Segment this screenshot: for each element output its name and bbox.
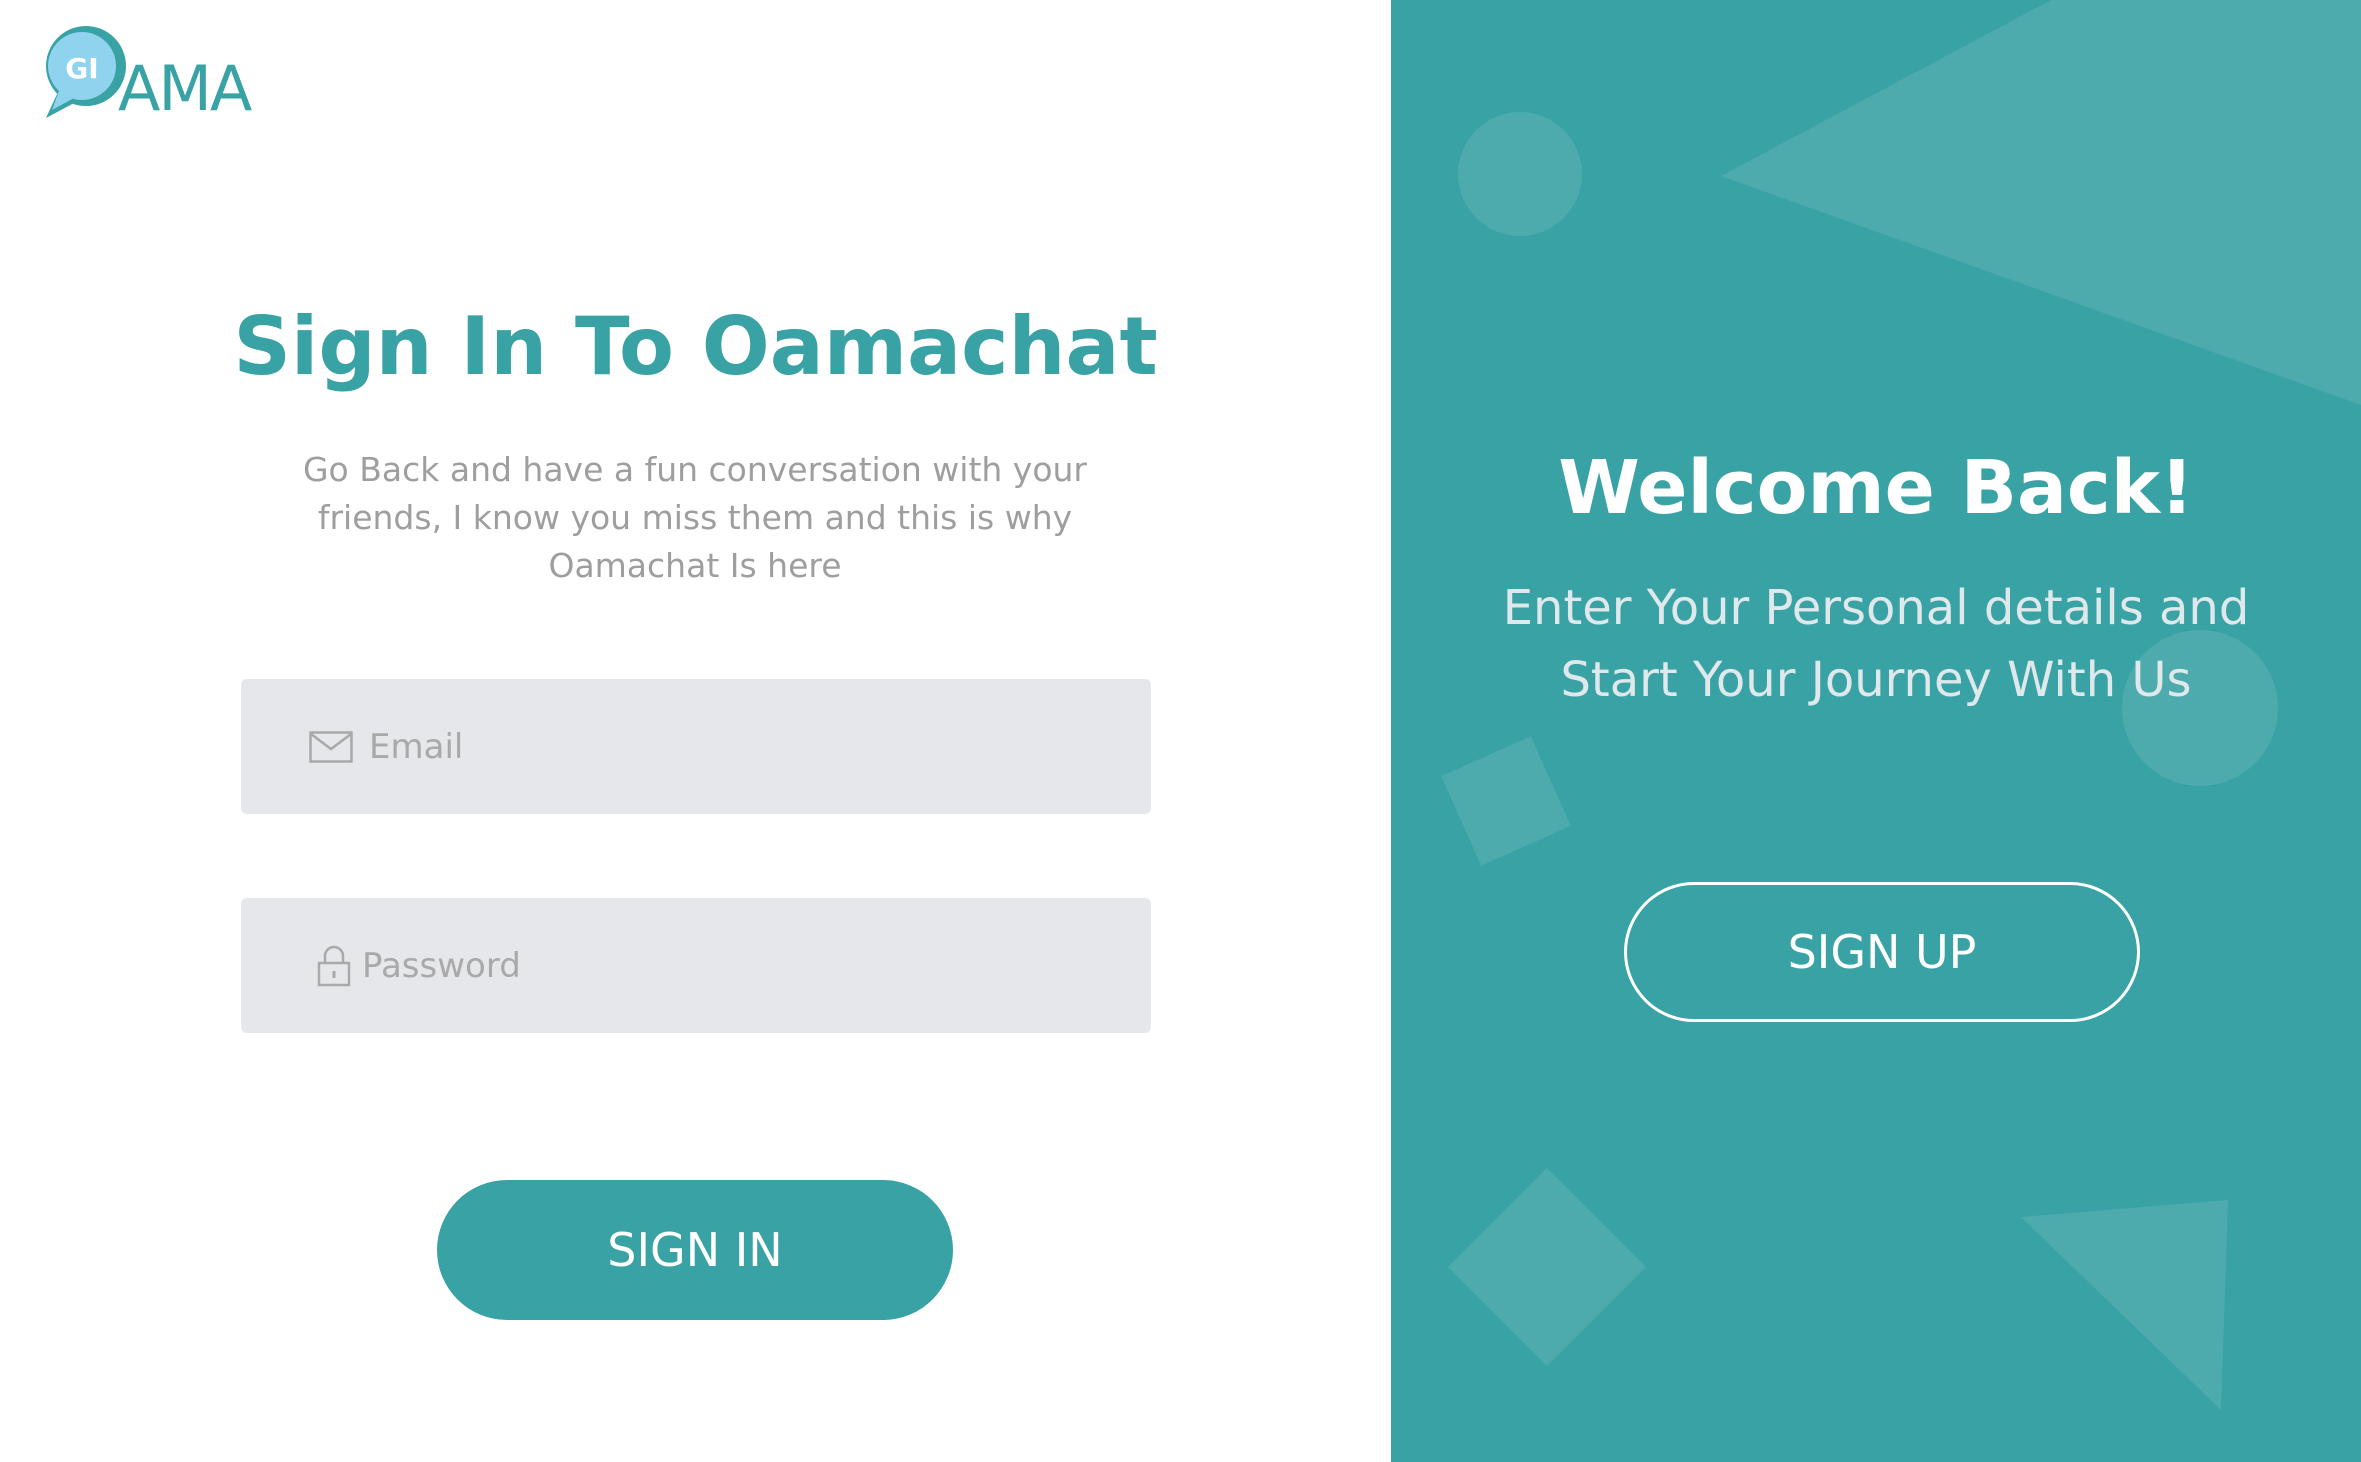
password-field[interactable] xyxy=(241,898,1151,1033)
welcome-title: Welcome Back! xyxy=(1558,445,2194,531)
sign-in-button[interactable]: SIGN IN xyxy=(437,1180,953,1320)
oama-logo[interactable]: GI AMA xyxy=(36,22,276,125)
decor-triangle-top xyxy=(1721,0,2361,405)
decor-circle xyxy=(1458,112,1582,236)
email-input[interactable] xyxy=(369,679,1069,814)
email-field[interactable] xyxy=(241,679,1151,814)
lock-icon xyxy=(317,945,351,986)
page-title: Sign In To Oamachat xyxy=(233,300,1158,393)
welcome-subtitle-line: Enter Your Personal details and xyxy=(1502,580,2250,636)
signup-panel: Welcome Back! Enter Your Personal detail… xyxy=(1391,0,2361,1462)
logo-badge-text: GI xyxy=(65,52,98,85)
signin-subtitle-line: Go Back and have a fun conversation with… xyxy=(302,450,1087,489)
signin-subtitle-line: friends, I know you miss them and this i… xyxy=(317,498,1073,537)
sign-up-button[interactable]: SIGN UP xyxy=(1624,882,2140,1022)
logo-wordmark: AMA xyxy=(118,52,252,125)
signin-subtitle-line: Oamachat Is here xyxy=(548,546,842,585)
welcome-subtitle: Enter Your Personal details and Start Yo… xyxy=(1451,572,2301,716)
decor-triangle-bottom xyxy=(2021,1200,2228,1410)
signin-subtitle: Go Back and have a fun conversation with… xyxy=(295,446,1095,590)
password-input[interactable] xyxy=(362,898,1062,1033)
envelope-icon xyxy=(309,730,353,763)
decor-diamond xyxy=(1448,1168,1646,1366)
signin-panel: GI AMA Sign In To Oamachat Go Back and h… xyxy=(0,0,1391,1462)
decor-square xyxy=(1441,736,1571,866)
welcome-subtitle-line: Start Your Journey With Us xyxy=(1560,652,2192,708)
